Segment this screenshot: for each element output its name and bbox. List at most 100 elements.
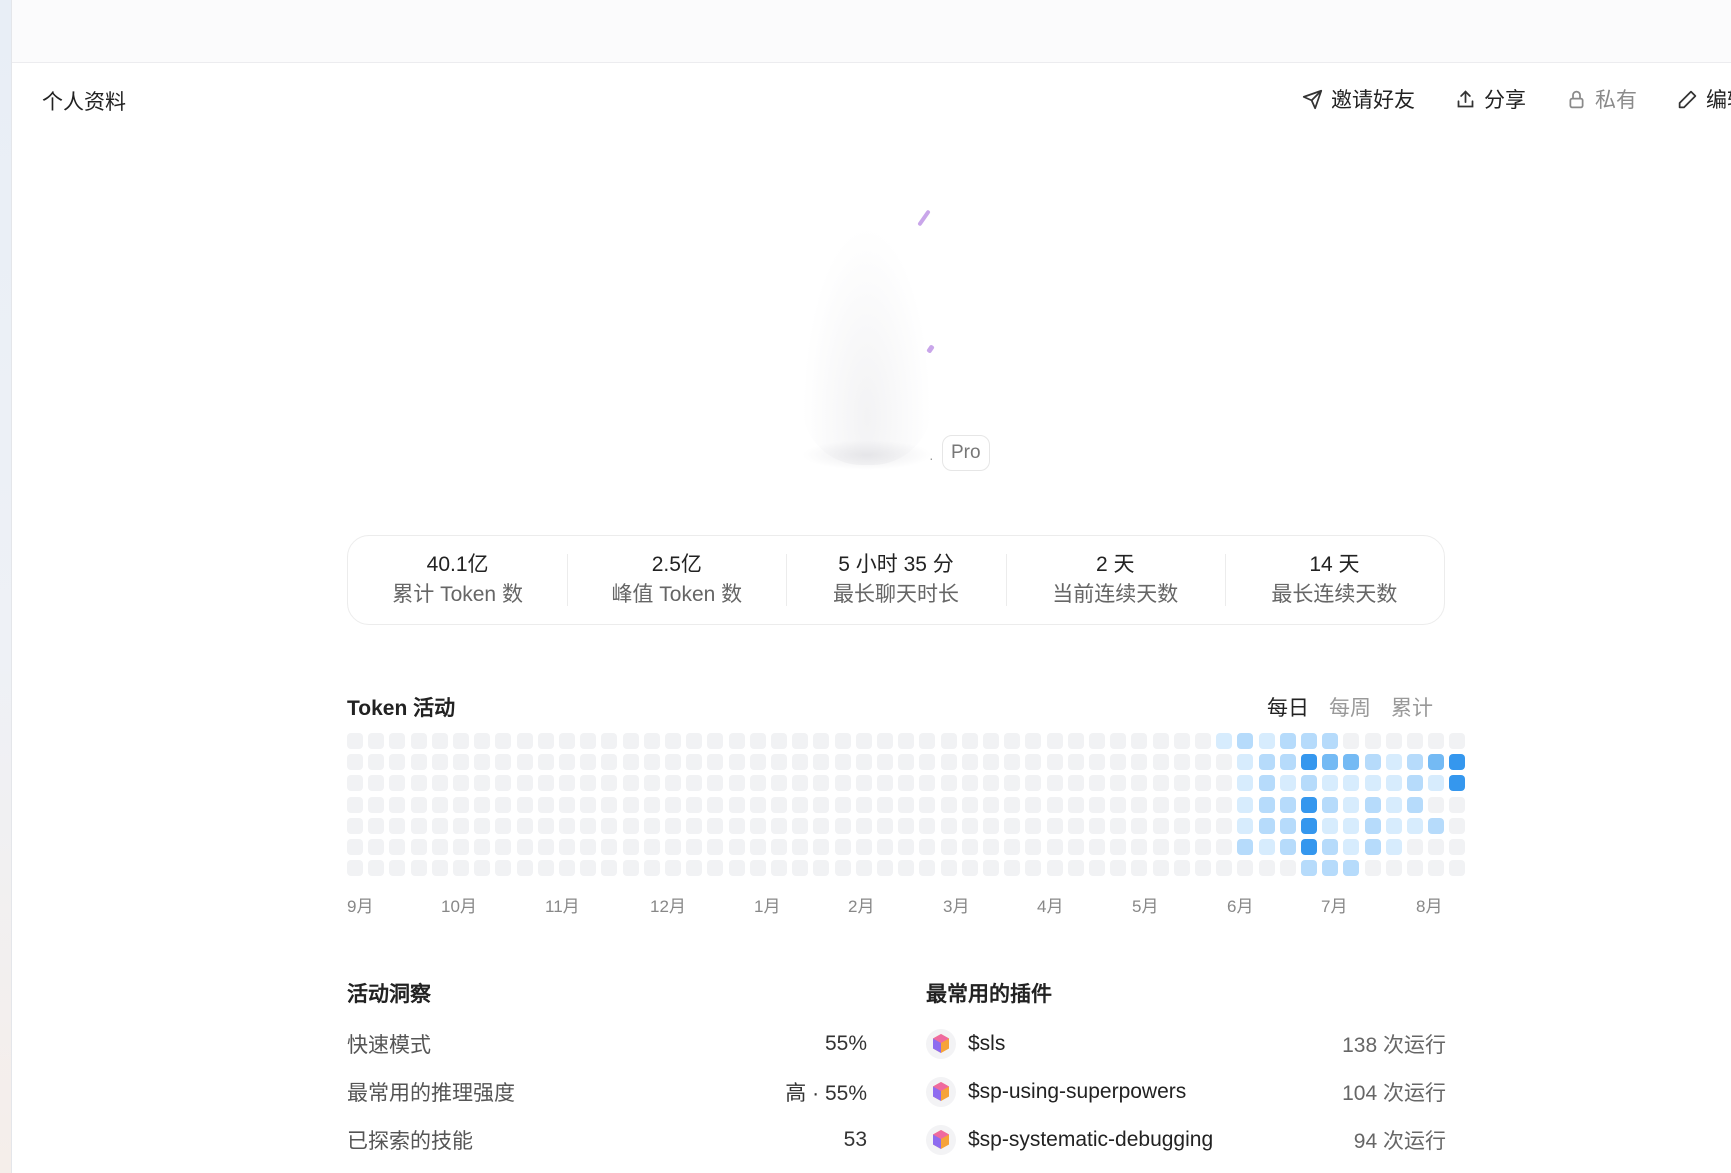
heatmap-cell [1110, 860, 1127, 877]
heatmap-cell [1364, 796, 1381, 813]
token-activity-title: Token 活动 [347, 697, 456, 720]
heatmap-cell [813, 839, 830, 855]
heatmap-cell [834, 754, 851, 771]
month-label: 12月 [650, 897, 686, 916]
tab-daily[interactable]: 每日 [1267, 692, 1309, 722]
heatmap-cell [749, 796, 766, 813]
heatmap-cell [622, 796, 639, 813]
heatmap-cell [665, 754, 681, 771]
header-actions: 邀请好友 分享 私有 编辑 [1302, 84, 1731, 114]
heatmap-cell [559, 817, 575, 834]
heatmap-cell [898, 817, 915, 834]
avatar-blur [802, 225, 932, 465]
heatmap-cell [389, 860, 406, 877]
heatmap-cell [1216, 775, 1233, 792]
plugins-title: 最常用的插件 [926, 983, 1052, 1006]
heatmap-cell [834, 817, 851, 834]
heatmap-cell [495, 754, 512, 771]
heatmap-cell [1407, 775, 1423, 792]
heatmap-cell [1237, 775, 1254, 792]
heatmap-cell [1216, 733, 1233, 749]
month-label: 11月 [545, 897, 580, 916]
heatmap-cell [1131, 817, 1148, 834]
heatmap-cell [580, 775, 597, 792]
heatmap-cell [495, 796, 512, 813]
heatmap-cell [516, 860, 533, 877]
heatmap-cell [601, 860, 618, 877]
heatmap-cell [1216, 796, 1233, 813]
heatmap-cell [1089, 754, 1105, 771]
invite-friends-button[interactable]: 邀请好友 [1302, 84, 1415, 114]
heatmap-cell [410, 775, 427, 792]
privacy-button[interactable]: 私有 [1566, 84, 1637, 114]
heatmap-cell [834, 839, 851, 855]
stat-current-streak: 2 天 当前连续天数 [1005, 550, 1225, 610]
heatmap-cell [1279, 817, 1296, 834]
heatmap-cell [877, 839, 893, 855]
heatmap-cell [1301, 733, 1317, 749]
heatmap-cell [559, 754, 575, 771]
heatmap-cell [410, 733, 427, 749]
heatmap-cell [622, 754, 639, 771]
heatmap-cell [961, 733, 978, 749]
heatmap-cell [749, 860, 766, 877]
stat-label: 最长连续天数 [1271, 583, 1398, 606]
heatmap-cell [961, 754, 978, 771]
heatmap-cell [940, 817, 957, 834]
heatmap-cell [1407, 754, 1423, 771]
heatmap-cell [749, 754, 766, 771]
invite-friends-label: 邀请好友 [1331, 89, 1415, 112]
heatmap-cell [1301, 754, 1317, 771]
heatmap-cell [1449, 754, 1466, 771]
heatmap-cell [1173, 817, 1190, 834]
heatmap-cell [389, 733, 406, 749]
heatmap-cell [707, 733, 724, 749]
heatmap-cell [877, 775, 893, 792]
heatmap-cell [813, 860, 830, 877]
heatmap-cell [368, 817, 385, 834]
tab-cumulative[interactable]: 累计 [1391, 692, 1433, 722]
month-label: 1月 [754, 897, 781, 916]
heatmap-cell [983, 796, 999, 813]
plugin-row[interactable]: $sls 138 次运行 [926, 1020, 1446, 1068]
heatmap-cell [686, 839, 703, 855]
heatmap-cell [1046, 817, 1063, 834]
plugin-row[interactable]: $sp-systematic-debugging 94 次运行 [926, 1116, 1446, 1164]
heatmap-cell [516, 733, 533, 749]
heatmap-cell [643, 817, 660, 834]
heatmap-cell [1364, 754, 1381, 771]
heatmap-cell [347, 839, 363, 855]
heatmap-cell [1407, 860, 1423, 877]
month-label: 10月 [441, 897, 477, 916]
heatmap-cell [622, 839, 639, 855]
heatmap-cell [1301, 775, 1317, 792]
plugin-row[interactable]: $sp-using-superpowers 104 次运行 [926, 1068, 1446, 1116]
heatmap-cell [707, 775, 724, 792]
heatmap-cell [1343, 733, 1360, 749]
heatmap-cell [813, 775, 830, 792]
heatmap-cell [1131, 796, 1148, 813]
heatmap-cell [622, 733, 639, 749]
heatmap-cell [410, 817, 427, 834]
heatmap-cell [1343, 839, 1360, 855]
heatmap-cell [389, 839, 406, 855]
stat-label: 峰值 Token 数 [611, 583, 743, 606]
heatmap-cell [474, 839, 491, 855]
share-button[interactable]: 分享 [1455, 84, 1526, 114]
heatmap-cell [792, 775, 809, 792]
heatmap-cell [559, 775, 575, 792]
heatmap-cell [834, 860, 851, 877]
plugin-runs: 104 次运行 [1342, 1082, 1446, 1105]
edit-button[interactable]: 编辑 [1677, 84, 1731, 114]
tab-weekly[interactable]: 每周 [1329, 692, 1371, 722]
heatmap-cell [1110, 839, 1127, 855]
stat-value: 5 小时 35 分 [838, 553, 954, 576]
plugin-runs: 94 次运行 [1353, 1130, 1446, 1153]
plugin-cube-icon [926, 1077, 956, 1107]
heatmap-cell [1173, 733, 1190, 749]
month-label: 4月 [1037, 897, 1064, 916]
heatmap-cell [1089, 839, 1105, 855]
stat-value: 14 天 [1309, 553, 1360, 576]
heatmap-cell [368, 796, 385, 813]
heatmap-cell [347, 754, 363, 771]
